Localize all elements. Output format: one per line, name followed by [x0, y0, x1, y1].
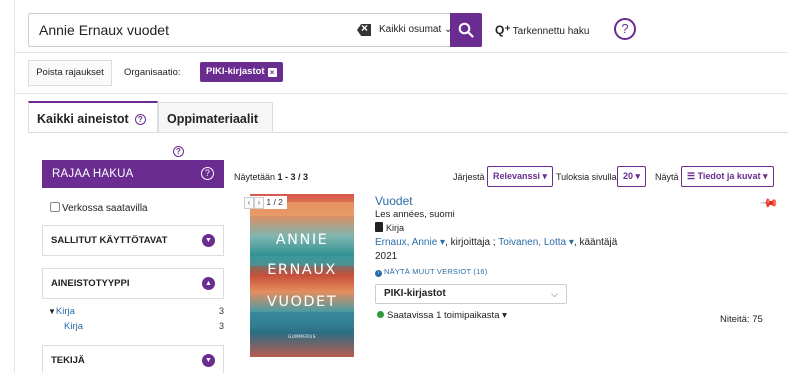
facet-material-type[interactable]: AINEISTOTYYPPI ▲: [42, 268, 224, 299]
copies-count: Niteitä: 75: [720, 314, 763, 325]
library-select[interactable]: PIKI-kirjastot ⌵: [375, 284, 567, 304]
advanced-search-icon: Q⁺: [495, 23, 511, 37]
availability-status[interactable]: Saatavissa 1 toimipaikasta ▾: [377, 310, 507, 321]
available-dot-icon: [377, 311, 384, 318]
record-format: Kirja: [375, 222, 404, 233]
search-scope-select[interactable]: Kaikki osumat ⌄: [379, 24, 452, 35]
tab-all-materials[interactable]: Kaikki aineistot?: [28, 101, 158, 133]
cover-navigation: ‹ › 1 / 2: [244, 196, 287, 209]
list-icon: ☰: [687, 171, 696, 181]
facet-item-label: Kirja: [64, 321, 84, 332]
show-other-versions-label: NÄYTÄ MUUT VERSIOT (16): [384, 267, 488, 276]
organization-filter-chip[interactable]: PIKI-kirjastot ×: [200, 62, 283, 82]
remove-chip-icon[interactable]: ×: [267, 68, 277, 77]
advanced-search-label: Tarkennettu haku: [512, 26, 590, 37]
author-dropdown-icon[interactable]: ▾: [566, 237, 574, 248]
search-input[interactable]: [39, 14, 339, 46]
help-icon[interactable]: ?: [173, 146, 184, 157]
facet-item-book[interactable]: ▼Kirja 3: [48, 306, 224, 317]
prev-image-icon[interactable]: ‹: [244, 197, 254, 209]
showing-prefix: Näytetään: [234, 172, 276, 182]
caret-down-icon: ▾: [762, 171, 768, 181]
cover-publisher: GUMMERUS: [288, 334, 316, 339]
sort-select[interactable]: Relevanssi ▾: [487, 166, 554, 187]
tab-label: Kaikki aineistot: [37, 112, 129, 126]
author-role: , kääntäjä: [573, 237, 618, 248]
facet-item-count: 3: [218, 321, 224, 331]
record-title-link[interactable]: Vuodet: [375, 194, 413, 208]
chevron-down-icon: ▼: [202, 234, 215, 247]
facet-item-count: 3: [218, 306, 224, 316]
search-button[interactable]: [450, 13, 482, 47]
facet-label: AINEISTOTYYPPI: [51, 278, 130, 289]
chevron-up-icon: ▲: [202, 277, 215, 290]
per-page-value: 20: [623, 171, 634, 181]
divider: [14, 52, 788, 53]
online-available-checkbox[interactable]: Verkossa saatavilla: [50, 202, 148, 214]
chevron-down-icon: ⌵: [551, 289, 558, 299]
results-count: Näytetään 1 - 3 / 3: [234, 172, 308, 182]
facet-subitem-book[interactable]: Kirja 3: [64, 321, 224, 332]
organization-label: Organisaatio:: [124, 67, 181, 78]
view-select[interactable]: ☰ Tiedot ja kuvat ▾: [681, 166, 774, 187]
chevron-down-icon: ▼: [202, 354, 215, 367]
online-available-label: Verkossa saatavilla: [62, 203, 148, 214]
sort-value: Relevanssi: [493, 171, 541, 181]
view-label: Näytä: [655, 172, 679, 182]
search-scope-value: Kaikki osumat: [379, 24, 442, 35]
cover-paint-stroke: [250, 312, 354, 324]
tab-learning-materials[interactable]: Oppimateriaalit?: [158, 102, 273, 157]
availability-label: Saatavissa 1 toimipaikasta: [387, 310, 500, 321]
format-label: Kirja: [386, 223, 405, 233]
author-dropdown-icon[interactable]: ▾: [437, 237, 445, 248]
facet-author[interactable]: TEKIJÄ ▼: [42, 345, 224, 373]
cover-page-indicator: 1 / 2: [266, 197, 283, 207]
facet-label: SALLITUT KÄYTTÖTAVAT: [51, 235, 168, 246]
cover-author-last: ERNAUX: [267, 262, 337, 278]
cover-author-first: ANNIE: [275, 232, 329, 248]
search-bar: Kaikki osumat ⌄: [28, 13, 482, 47]
view-value: Tiedot ja kuvat: [697, 171, 761, 181]
refine-search-header: RAJAA HAKUA?: [42, 160, 224, 188]
book-icon: [375, 222, 383, 232]
facet-label: TEKIJÄ: [51, 355, 85, 366]
caret-down-icon: ▾: [502, 310, 507, 321]
divider: [14, 93, 788, 94]
author-link[interactable]: Toivanen, Lotta: [498, 237, 566, 248]
caret-down-icon: ▾: [542, 171, 548, 181]
record-authors: Ernaux, Annie ▾, kirjoittaja ; Toivanen,…: [375, 237, 617, 248]
caret-down-icon: ▾: [635, 171, 641, 181]
tab-label: Oppimateriaalit: [167, 112, 258, 126]
show-other-versions-link[interactable]: › NÄYTÄ MUUT VERSIOT (16): [375, 267, 488, 277]
per-page-label: Tuloksia sivulla: [556, 172, 617, 182]
book-cover-image[interactable]: ANNIE ERNAUX VUODET GUMMERUS: [250, 194, 354, 357]
checkbox-icon[interactable]: [50, 202, 60, 212]
record-subtitle: Les années, suomi: [375, 209, 455, 220]
sort-label: Järjestä: [453, 172, 485, 182]
help-icon[interactable]: ?: [201, 167, 214, 180]
author-role: , kirjoittaja ;: [445, 237, 496, 248]
triangle-down-icon: ▼: [48, 307, 56, 316]
tab-divider: [28, 132, 788, 133]
organization-chip-label: PIKI-kirjastot: [206, 66, 265, 77]
facet-usage-rights[interactable]: SALLITUT KÄYTTÖTAVAT ▼: [42, 225, 224, 256]
per-page-select[interactable]: 20 ▾: [617, 166, 647, 187]
clear-search-icon[interactable]: [357, 24, 371, 36]
author-link[interactable]: Ernaux, Annie: [375, 237, 437, 248]
library-select-value: PIKI-kirjastot: [384, 288, 446, 299]
cover-title: VUODET: [266, 294, 338, 310]
refine-search-title: RAJAA HAKUA: [52, 168, 134, 180]
facet-item-label: Kirja: [55, 306, 75, 317]
remove-filters-button[interactable]: Poista rajaukset: [28, 60, 112, 86]
next-image-icon[interactable]: ›: [254, 197, 264, 209]
showing-range: 1 - 3 / 3: [277, 172, 309, 182]
record-year: 2021: [375, 251, 398, 262]
search-icon: [458, 22, 474, 38]
help-icon[interactable]: ?: [614, 18, 636, 40]
advanced-search-link[interactable]: Q⁺ Tarkennettu haku: [495, 23, 589, 37]
help-icon[interactable]: ?: [134, 114, 146, 125]
arrow-right-icon: ›: [375, 270, 382, 277]
